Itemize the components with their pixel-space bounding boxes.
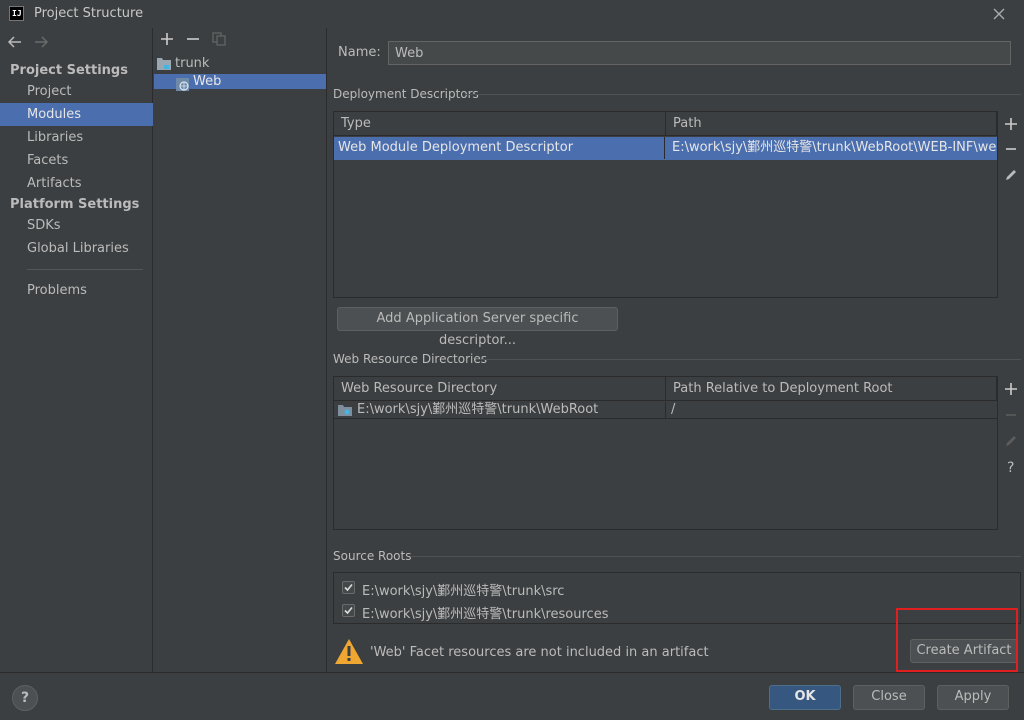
web-resource-dir-cell: E:\work\sjy\鄞州巡特警\trunk\WebRoot	[357, 402, 599, 417]
deployment-descriptors-title: Deployment Descriptors	[333, 87, 479, 101]
add-icon[interactable]	[1003, 116, 1019, 132]
help-question-icon[interactable]: ?	[1003, 459, 1019, 475]
column-header-type[interactable]: Type	[334, 112, 666, 136]
sidebar-item-problems[interactable]: Problems	[0, 279, 153, 302]
remove-icon	[1006, 414, 1016, 416]
tree-item-label: trunk	[175, 56, 210, 71]
remove-icon[interactable]	[186, 32, 200, 46]
sidebar-item-facets[interactable]: Facets	[0, 149, 153, 172]
table-row[interactable]: Web Module Deployment Descriptor E:\work…	[334, 137, 997, 160]
warning-icon	[335, 639, 363, 664]
name-label: Name:	[338, 45, 381, 60]
window-title: Project Structure	[34, 6, 144, 21]
sidebar-item-artifacts[interactable]: Artifacts	[0, 172, 153, 195]
sidebar-divider	[27, 269, 143, 270]
column-header-web-resource-directory[interactable]: Web Resource Directory	[334, 377, 666, 401]
descriptor-type-cell: Web Module Deployment Descriptor	[334, 137, 665, 159]
add-icon[interactable]	[160, 32, 174, 46]
sidebar-item-modules[interactable]: Modules	[0, 103, 153, 126]
source-roots-title: Source Roots	[333, 549, 412, 563]
web-resource-directories-title: Web Resource Directories	[333, 352, 487, 366]
checkmark-icon	[344, 606, 353, 615]
close-button[interactable]: Close	[853, 685, 925, 710]
project-settings-header: Project Settings	[10, 63, 128, 78]
deployment-descriptors-table: Type Path Web Module Deployment Descript…	[333, 111, 998, 298]
close-icon[interactable]	[992, 7, 1006, 21]
section-divider	[411, 556, 1021, 557]
module-tree-panel	[153, 28, 327, 672]
title-bar	[0, 0, 1024, 28]
sidebar-item-global-libraries[interactable]: Global Libraries	[0, 237, 153, 260]
svg-text:?: ?	[1007, 460, 1014, 475]
copy-icon[interactable]	[212, 32, 226, 46]
edit-pencil-icon[interactable]	[1003, 167, 1019, 183]
sidebar-item-project[interactable]: Project	[0, 80, 153, 103]
back-arrow-icon[interactable]	[7, 35, 23, 49]
annotation-highlight-box	[896, 608, 1018, 672]
source-root-checkbox[interactable]	[342, 581, 355, 594]
apply-button[interactable]: Apply	[937, 685, 1009, 710]
add-server-descriptor-button[interactable]: Add Application Server specific descript…	[337, 307, 618, 348]
tree-item-label: Web	[193, 74, 222, 89]
section-divider	[476, 359, 1021, 360]
relative-path-cell: /	[671, 402, 676, 417]
sidebar-item-sdks[interactable]: SDKs	[0, 214, 153, 237]
intellij-logo-icon: IJ	[9, 6, 24, 21]
help-button[interactable]: ?	[12, 685, 38, 711]
sidebar-item-libraries[interactable]: Libraries	[0, 126, 153, 149]
web-resource-directories-table: Web Resource Directory Path Relative to …	[333, 376, 998, 530]
add-icon[interactable]	[1003, 381, 1019, 397]
module-folder-icon	[157, 58, 171, 70]
remove-icon[interactable]	[1003, 141, 1019, 157]
column-header-path-relative[interactable]: Path Relative to Deployment Root	[666, 377, 997, 401]
column-divider	[665, 402, 666, 418]
web-folder-icon	[338, 405, 352, 416]
warning-message: 'Web' Facet resources are not included i…	[370, 645, 709, 660]
web-facet-icon	[176, 78, 189, 91]
source-root-checkbox[interactable]	[342, 604, 355, 617]
forward-arrow-icon[interactable]	[33, 35, 49, 49]
tree-item-web[interactable]: Web	[154, 74, 326, 91]
source-root-path: E:\work\sjy\鄞州巡特警\trunk\src	[362, 584, 565, 599]
module-name-input[interactable]	[388, 41, 1011, 65]
column-header-path[interactable]: Path	[666, 112, 997, 136]
source-root-path: E:\work\sjy\鄞州巡特警\trunk\resources	[362, 607, 609, 622]
checkmark-icon	[344, 583, 353, 592]
section-divider	[466, 94, 1021, 95]
platform-settings-header: Platform Settings	[10, 197, 140, 212]
edit-pencil-icon	[1006, 436, 1016, 446]
ok-button[interactable]: OK	[769, 685, 841, 710]
descriptor-path-cell: E:\work\sjy\鄞州巡特警\trunk\WebRoot\WEB-INF\…	[672, 140, 997, 155]
table-row[interactable]: E:\work\sjy\鄞州巡特警\trunk\WebRoot /	[334, 402, 997, 419]
